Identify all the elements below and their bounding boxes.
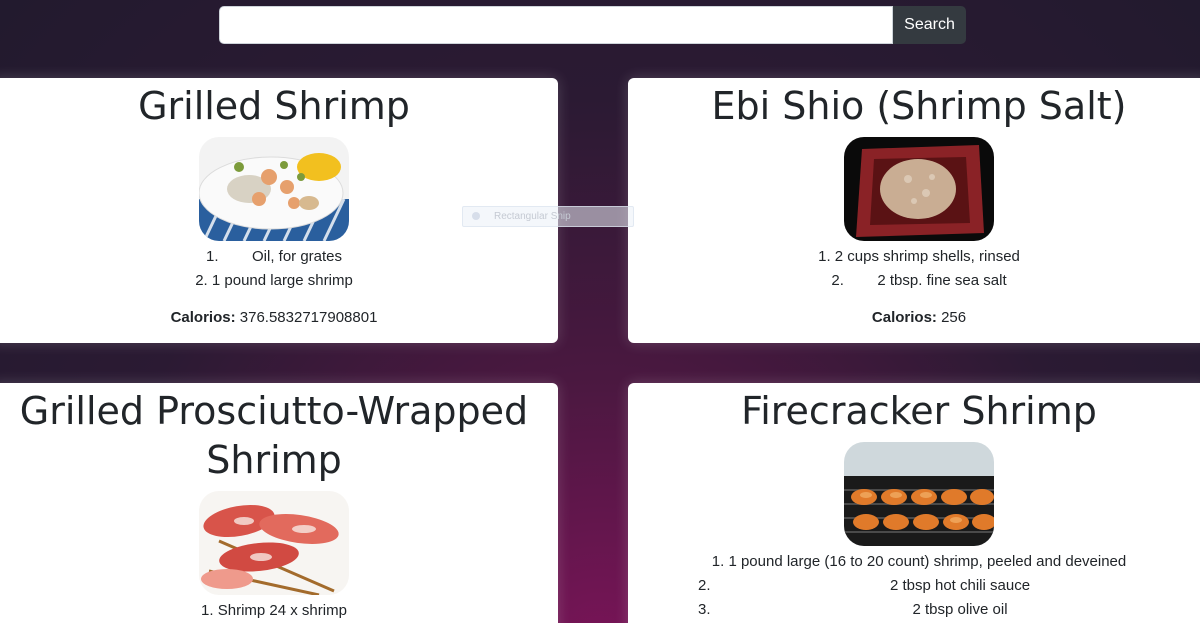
ingredient-list: 1. Oil, for grates 2. 1 pound large shrim… (0, 245, 558, 293)
ingredient-item: 2. 2 tbsp hot chili sauce (698, 577, 1031, 594)
calories: Calorios: 256 (871, 309, 967, 326)
ingredient-list: 1. Shrimp 24 x shrimp (0, 599, 558, 623)
recipe-title: Ebi Shio (Shrimp Salt) (711, 84, 1127, 128)
recipe-image (844, 442, 994, 546)
ingredient-item: 2. 1 pound large shrimp (195, 272, 353, 289)
calories: Calorios: 376.5832717908801 (170, 309, 378, 326)
recipe-title: Grilled Prosciutto-Wrapped Shrimp (19, 389, 529, 482)
snip-icon (472, 212, 480, 220)
recipe-image (199, 137, 349, 241)
recipe-image (199, 491, 349, 595)
recipe-card[interactable]: Firecracker Shrimp 1. 1 pound large (16 … (628, 383, 1200, 623)
recipe-title: Firecracker Shrimp (741, 389, 1097, 433)
ingredient-item: 2. 2 tbsp. fine sea salt (831, 272, 1007, 289)
snip-label: Rectangular Snip (494, 211, 571, 222)
search-bar: Search (219, 6, 966, 44)
snip-overlay: Rectangular Snip (462, 206, 634, 227)
search-input[interactable] (219, 6, 893, 44)
recipe-card[interactable]: Ebi Shio (Shrimp Salt) 1. 2 cups shrimp … (628, 78, 1200, 343)
recipe-image (844, 137, 994, 241)
ingredient-item: 1. 2 cups shrimp shells, rinsed (818, 248, 1020, 265)
ingredient-item: 1. Oil, for grates (205, 248, 343, 265)
search-button[interactable]: Search (893, 6, 966, 44)
ingredient-item: 3. 2 tbsp olive oil (698, 601, 1008, 618)
ingredient-list: 1. 2 cups shrimp shells, rinsed 2. 2 tbsp… (628, 245, 1200, 293)
ingredient-list: 1. 1 pound large (16 to 20 count) shrimp… (628, 550, 1200, 622)
recipe-title: Grilled Shrimp (138, 84, 410, 128)
ingredient-item: 1. 1 pound large (16 to 20 count) shrimp… (711, 553, 1127, 570)
recipe-card[interactable]: Grilled Prosciutto-Wrapped Shrimp 1. Shr… (0, 383, 558, 623)
ingredient-item: 1. Shrimp 24 x shrimp (201, 602, 347, 619)
